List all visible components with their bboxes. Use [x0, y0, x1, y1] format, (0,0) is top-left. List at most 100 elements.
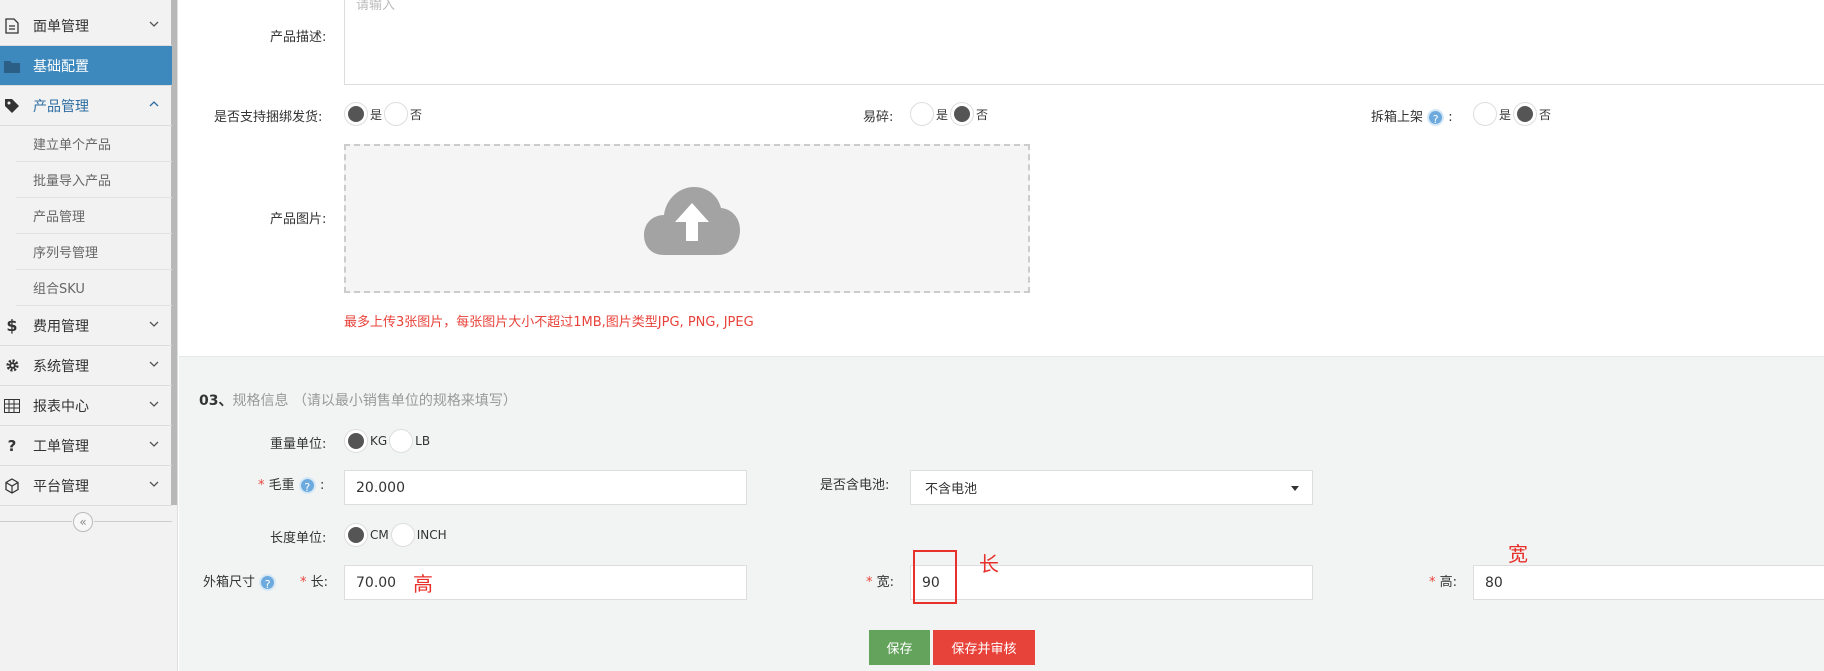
annotation-chang: 长 [979, 552, 999, 576]
dollar-icon: $ [6, 316, 18, 335]
desc-placeholder: 请输入 [356, 0, 396, 13]
help-icon[interactable]: ? [298, 477, 316, 494]
sidebar-subitem-serial-manage[interactable]: 序列号管理 [16, 234, 172, 270]
upload-hint: 最多上传3张图片，每张图片大小不超过1MB,图片类型JPG, PNG, JPEG [344, 315, 754, 330]
radio-label: INCH [416, 528, 447, 542]
chevron-down-icon [149, 441, 159, 447]
document-icon [3, 17, 21, 35]
radio-label: KG [370, 434, 388, 448]
folder-icon [3, 57, 21, 75]
section-subtitle: （请以最小销售单位的规格来填写） [292, 393, 517, 409]
weight-kg-radio[interactable] [344, 429, 368, 453]
weight-unit-radio-group: KG LB [344, 429, 432, 453]
bundle-no-radio[interactable] [384, 102, 409, 126]
sidebar-item-label: 产品管理 [33, 98, 89, 115]
bundle-radio-group: 是 否 [344, 102, 424, 126]
spec-section-title: 03、规格信息 （请以最小销售单位的规格来填写） [199, 390, 517, 410]
box-size-text: 外箱尺寸 [203, 575, 256, 590]
sidebar-item-label: 平台管理 [33, 478, 89, 495]
product-desc-textarea[interactable]: 请输入 [344, 0, 1824, 85]
sidebar-item-fees[interactable]: $ 费用管理 [0, 306, 172, 346]
sidebar-collapse-bar: « [0, 505, 172, 535]
radio-label: 是 [1499, 107, 1512, 122]
sidebar-subitem-batch-import[interactable]: 批量导入产品 [16, 162, 172, 198]
table-icon [3, 397, 21, 415]
length-unit-radio-group: CM INCH [344, 523, 449, 547]
save-button[interactable]: 保存 [869, 630, 930, 665]
collapse-sidebar-button[interactable]: « [73, 512, 93, 532]
unbox-yes-radio[interactable] [1473, 102, 1497, 126]
battery-label: 是否含电池: [820, 478, 890, 493]
battery-selected-value: 不含电池 [925, 482, 978, 497]
sidebar-item-label: 报表中心 [33, 398, 89, 415]
cube-icon [3, 477, 21, 495]
sidebar: 面单管理 基础配置 产品管理 建立单个产品 批量导入产品 产品管理 序列号管理 … [0, 0, 178, 671]
sidebar-item-label: 系统管理 [33, 358, 89, 375]
length-cm-radio[interactable] [344, 523, 368, 547]
length-input[interactable]: 70.00 [344, 565, 747, 600]
annotation-highlight-box [913, 550, 957, 604]
height-input[interactable]: 80 [1473, 565, 1824, 600]
gross-weight-text: 毛重 [268, 478, 295, 493]
fragile-yes-radio[interactable] [910, 102, 934, 126]
fragile-no-radio[interactable] [950, 102, 975, 126]
bundle-label: 是否支持捆绑发货: [214, 110, 323, 125]
sidebar-item-tickets[interactable]: ? 工单管理 [0, 426, 172, 466]
help-icon[interactable]: ? [1427, 109, 1445, 126]
required-mark: * [300, 575, 307, 590]
product-section: 产品描述: 请输入 是否支持捆绑发货: 是 否 易碎: 是 否 拆箱上架 ?:… [179, 0, 1824, 356]
section-title-text: 规格信息 [232, 393, 289, 409]
section-number: 03、 [199, 393, 233, 409]
sidebar-item-label: 基础配置 [33, 58, 89, 75]
divider [0, 521, 72, 522]
chevron-down-icon [149, 361, 159, 367]
battery-select[interactable]: 不含电池 [910, 470, 1313, 505]
fragile-label: 易碎: [863, 110, 894, 125]
unbox-label: 拆箱上架 ? : [1371, 106, 1453, 126]
chevron-down-icon [149, 481, 159, 487]
caret-down-icon [1291, 486, 1299, 491]
annotation-gao: 高 [413, 572, 433, 596]
height-label: * 高: [1429, 571, 1457, 590]
unbox-no-radio[interactable] [1513, 102, 1538, 126]
sidebar-subitem-create-product[interactable]: 建立单个产品 [16, 126, 172, 162]
required-mark: * [1429, 575, 1436, 590]
length-unit-label: 长度单位: [270, 531, 327, 546]
sidebar-item-label: 工单管理 [33, 438, 89, 455]
sidebar-subitem-combo-sku[interactable]: 组合SKU [16, 270, 172, 306]
image-upload-area[interactable] [344, 144, 1030, 293]
sidebar-item-reports[interactable]: 报表中心 [0, 386, 172, 426]
gross-weight-label: * 毛重 ? : [258, 474, 324, 494]
cloud-upload-icon [644, 187, 740, 255]
image-label: 产品图片: [270, 212, 327, 227]
sidebar-item-product[interactable]: 产品管理 [0, 86, 172, 126]
spec-section: 03、规格信息 （请以最小销售单位的规格来填写） 重量单位: KG LB * 毛… [179, 356, 1824, 671]
sidebar-item-system[interactable]: 系统管理 [0, 346, 172, 386]
chevron-down-icon [149, 21, 159, 27]
chevron-up-icon [149, 101, 159, 107]
bundle-yes-radio[interactable] [344, 102, 368, 126]
gear-icon [3, 357, 21, 375]
question-icon: ? [7, 436, 17, 455]
radio-label: 否 [1539, 107, 1552, 122]
weight-unit-label: 重量单位: [270, 437, 327, 452]
help-icon[interactable]: ? [259, 574, 277, 591]
gross-weight-input[interactable]: 20.000 [344, 470, 747, 505]
main-content: 产品描述: 请输入 是否支持捆绑发货: 是 否 易碎: 是 否 拆箱上架 ?:… [179, 0, 1824, 671]
length-inch-radio[interactable] [390, 523, 415, 547]
length-label: * 长: [300, 571, 328, 590]
sidebar-item-order[interactable]: 面单管理 [0, 6, 172, 46]
width-input[interactable]: 90 [910, 565, 1313, 600]
sidebar-item-platform[interactable]: 平台管理 [0, 466, 172, 506]
chevron-down-icon [149, 321, 159, 327]
app-root: 面单管理 基础配置 产品管理 建立单个产品 批量导入产品 产品管理 序列号管理 … [0, 0, 1824, 671]
required-mark: * [258, 478, 265, 493]
fragile-radio-group: 是 否 [910, 102, 990, 126]
sidebar-subitem-product-manage[interactable]: 产品管理 [16, 198, 172, 234]
required-mark: * [866, 575, 873, 590]
sidebar-item-basic-config[interactable]: 基础配置 [0, 46, 172, 86]
save-and-audit-button[interactable]: 保存并审核 [933, 630, 1035, 665]
width-label: * 宽: [866, 571, 894, 590]
weight-lb-radio[interactable] [389, 429, 414, 453]
length-label-text: 长: [310, 575, 329, 590]
